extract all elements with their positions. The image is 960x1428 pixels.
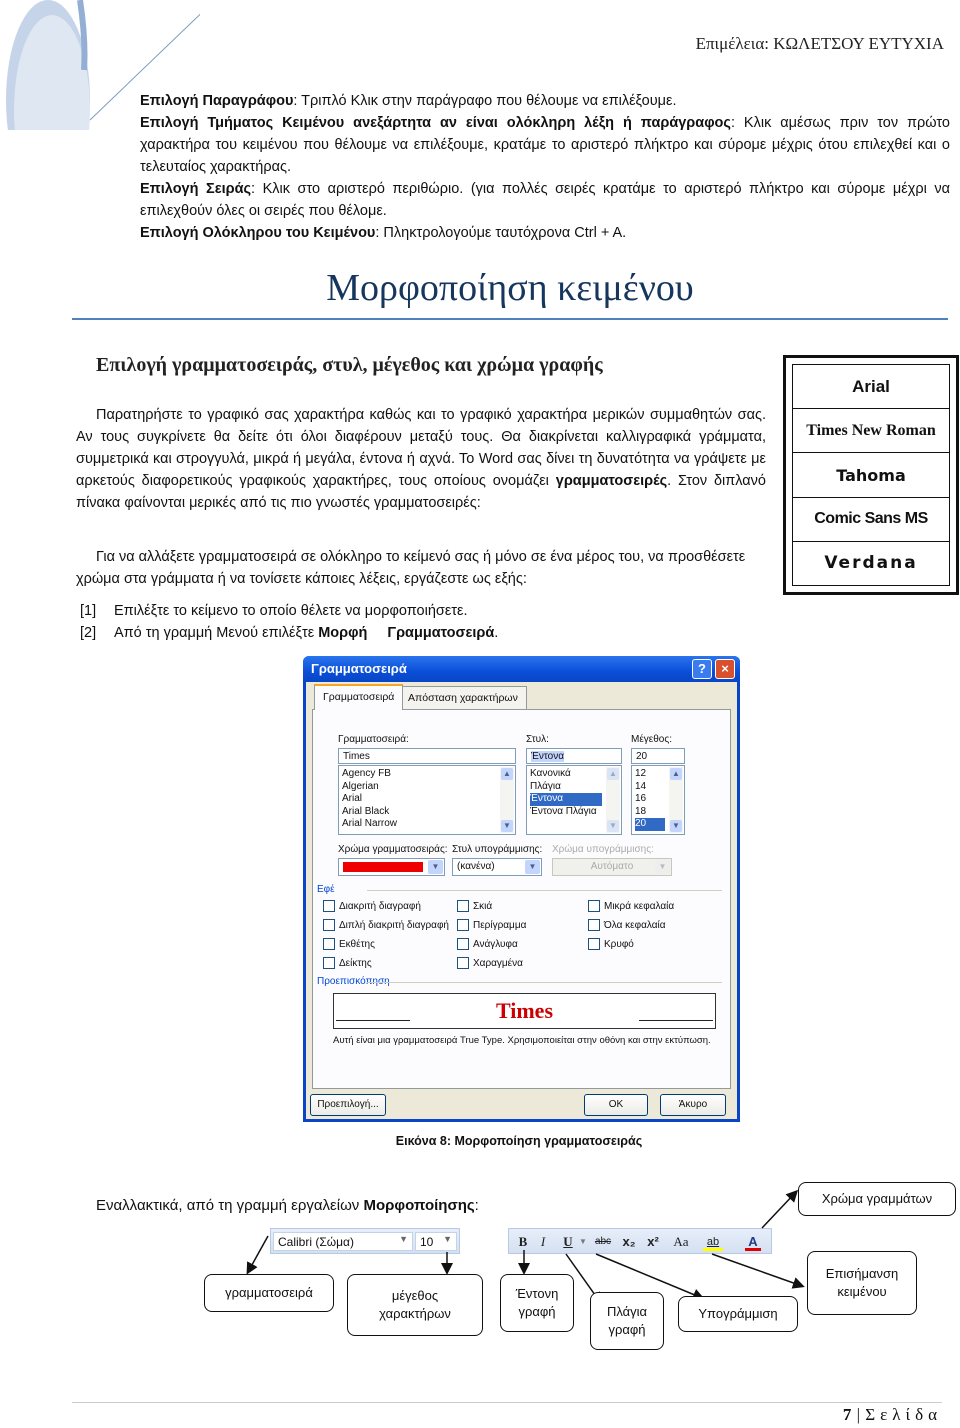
scroll-down-icon[interactable]: ▼ [607,820,619,832]
tip-line: Επιλογή Σειράς: Κλικ στο αριστερό περιθώ… [140,181,950,219]
size-input[interactable]: 20 [631,748,685,764]
callout-font: γραμματοσειρά [204,1274,334,1312]
callout-size: μέγεθος χαρακτήρων [347,1274,483,1336]
help-button[interactable]: ? [692,659,712,679]
font-option[interactable]: Arial Narrow [342,818,512,831]
chevron-down-icon[interactable]: ▼ [525,860,540,874]
chevron-down-icon[interactable]: ▼ [428,860,443,874]
preview-section-label: Προεπισκόπηση [317,976,722,987]
font-tab-panel: Γραμματοσειρά: Times Agency FB Algerian … [312,709,731,1089]
style-listbox[interactable]: Κανονικά Πλάγια Έντονα Έντονα Πλάγια ▲ ▼ [526,765,622,835]
tip-text-section: Επιλογή Τμήματος Κειμένου ανεξάρτητα αν … [140,115,950,175]
effects-section-label: Εφέ [317,884,722,895]
title-rule [72,318,948,320]
subsection-title: Επιλογή γραμματοσειράς, στυλ, μέγεθος κα… [96,354,603,376]
scroll-down-icon[interactable]: ▼ [501,820,513,832]
font-scrollbar[interactable]: ▲ ▼ [500,767,514,833]
checkbox-small-caps[interactable]: Μικρά κεφαλαία [588,900,674,912]
scroll-down-icon[interactable]: ▼ [670,820,682,832]
font-samples-table: Arial Times New Roman Tahoma Comic Sans … [783,355,959,595]
section-title: Μορφοποίηση κειμένου [326,267,694,309]
callout-underline: Υπογράμμιση [678,1296,798,1332]
steps-list: [1] Επιλέξτε το κείμενο το οποίο θέλετε ν… [80,600,780,644]
font-option[interactable]: Algerian [342,781,512,794]
page-footer: 7 | Σελίδα [842,1405,942,1424]
step-item: [1] Επιλέξτε το κείμενο το οποίο θέλετε ν… [80,603,468,619]
tip-paragraph: Επιλογή Παραγράφου: Τριπλό Κλικ στην παρ… [140,93,677,109]
checkbox-emboss[interactable]: Ανάγλυφα [457,938,518,950]
callout-highlight: Επισήμανση κειμένου [807,1251,917,1315]
dialog-title: Γραμματοσειρά [311,661,407,676]
font-sample-tahoma: Tahoma [793,453,949,498]
font-input[interactable]: Times [338,748,516,764]
font-color-swatch [343,862,423,872]
font-option[interactable]: Arial [342,793,512,806]
underline-color-label: Χρώμα υπογράμμισης: [552,844,654,855]
scroll-up-icon[interactable]: ▲ [670,768,682,780]
arrow-highlight [711,1253,805,1289]
ok-button[interactable]: OK [584,1094,648,1116]
font-preview: Times [333,993,716,1029]
header-author: Επιμέλεια: ΚΩΛΕΤΣΟΥ ΕΥΤΥΧΙΑ [695,34,944,53]
style-option-selected[interactable]: Έντονα [530,793,602,806]
checkbox-outline[interactable]: Περίγραμμα [457,919,526,931]
style-option[interactable]: Πλάγια [530,781,618,794]
style-label: Στυλ: [526,734,549,745]
figure-caption: Εικόνα 8: Μορφοποίηση γραμματοσειράς [395,1134,643,1148]
font-listbox[interactable]: Agency FB Algerian Arial Arial Black Ari… [338,765,516,835]
tab-font[interactable]: Γραμματοσειρά [314,684,404,710]
default-button[interactable]: Προεπιλογή... [310,1094,386,1116]
footer-rule [72,1402,942,1403]
selection-tips: Επιλογή Παραγράφου: Τριπλό Κλικ στην παρ… [140,90,950,244]
checkbox-hidden[interactable]: Κρυφό [588,938,634,950]
font-color-select[interactable]: ▼ [338,858,445,876]
tab-character-spacing[interactable]: Απόσταση χαρακτήρων [399,686,527,710]
page-label: Σελίδα [865,1405,942,1424]
scroll-up-icon[interactable]: ▲ [607,768,619,780]
callout-font-color: Χρώμα γραμμάτων [798,1182,956,1216]
font-label: Γραμματοσειρά: [338,734,409,745]
checkbox-superscript[interactable]: Εκθέτης [323,938,375,950]
font-option[interactable]: Arial Black [342,806,512,819]
dialog-titlebar: Γραμματοσειρά ? × [303,656,740,682]
style-scrollbar[interactable]: ▲ ▼ [606,767,620,833]
page-number: 7 [842,1405,852,1424]
underline-style-label: Στυλ υπογράμμισης: [452,844,543,855]
callout-bold: Έντονη γραφή [500,1274,574,1332]
size-listbox[interactable]: 12 14 16 18 20 ▲ ▼ [631,765,685,835]
scroll-up-icon[interactable]: ▲ [501,768,513,780]
underline-color-select: Αυτόματο ▼ [552,858,672,876]
font-sample-comic-sans: Comic Sans MS [793,498,949,542]
close-button[interactable]: × [715,659,735,679]
size-label: Μέγεθος: [631,734,672,745]
font-info-text: Αυτή είναι μια γραμματοσειρά True Type. … [333,1035,711,1046]
checkbox-all-caps[interactable]: Όλα κεφαλαία [588,919,666,931]
style-option[interactable]: Κανονικά [530,768,618,781]
checkbox-strikethrough[interactable]: Διακριτή διαγραφή [323,900,421,912]
checkbox-subscript[interactable]: Δείκτης [323,957,372,969]
style-option[interactable]: Έντονα Πλάγια [530,806,618,819]
size-option-selected[interactable]: 20 [635,818,665,831]
checkbox-shadow[interactable]: Σκιά [457,900,492,912]
checkbox-double-strikethrough[interactable]: Διπλή διακριτή διαγραφή [323,919,449,931]
font-sample-times: Times New Roman [793,409,949,454]
underline-style-select[interactable]: (κανένα) ▼ [452,858,542,876]
size-scrollbar[interactable]: ▲ ▼ [669,767,683,833]
font-sample-verdana: Verdana [824,553,918,574]
font-dialog: Γραμματοσειρά ? × Γραμματοσειρά Απόσταση… [303,656,740,1122]
font-option[interactable]: Agency FB [342,768,512,781]
tip-all: Επιλογή Ολόκληρου του Κειμένου: Πληκτρολ… [140,225,627,241]
callout-italic: Πλάγια γραφή [590,1292,664,1350]
font-sample-arial: Arial [793,365,949,410]
paragraph-fonts-intro: Παρατηρήστε το γραφικό σας χαρακτήρα καθ… [76,407,766,511]
checkbox-engrave[interactable]: Χαραγμένα [457,957,523,969]
paragraph-instructions: Για να αλλάξετε γραμματοσειρά σε ολόκληρ… [76,549,746,587]
arrow-font-color [761,1189,799,1229]
arrow-font [246,1235,269,1275]
step-item: [2] Από τη γραμμή Μενού επιλέξτε Μορφή Γρα… [80,625,499,641]
chevron-down-icon: ▼ [655,860,670,874]
font-color-label: Χρώμα γραμματοσειράς: [338,844,448,855]
cancel-button[interactable]: Άκυρο [660,1094,726,1116]
style-input[interactable]: Έντονα [526,748,622,764]
